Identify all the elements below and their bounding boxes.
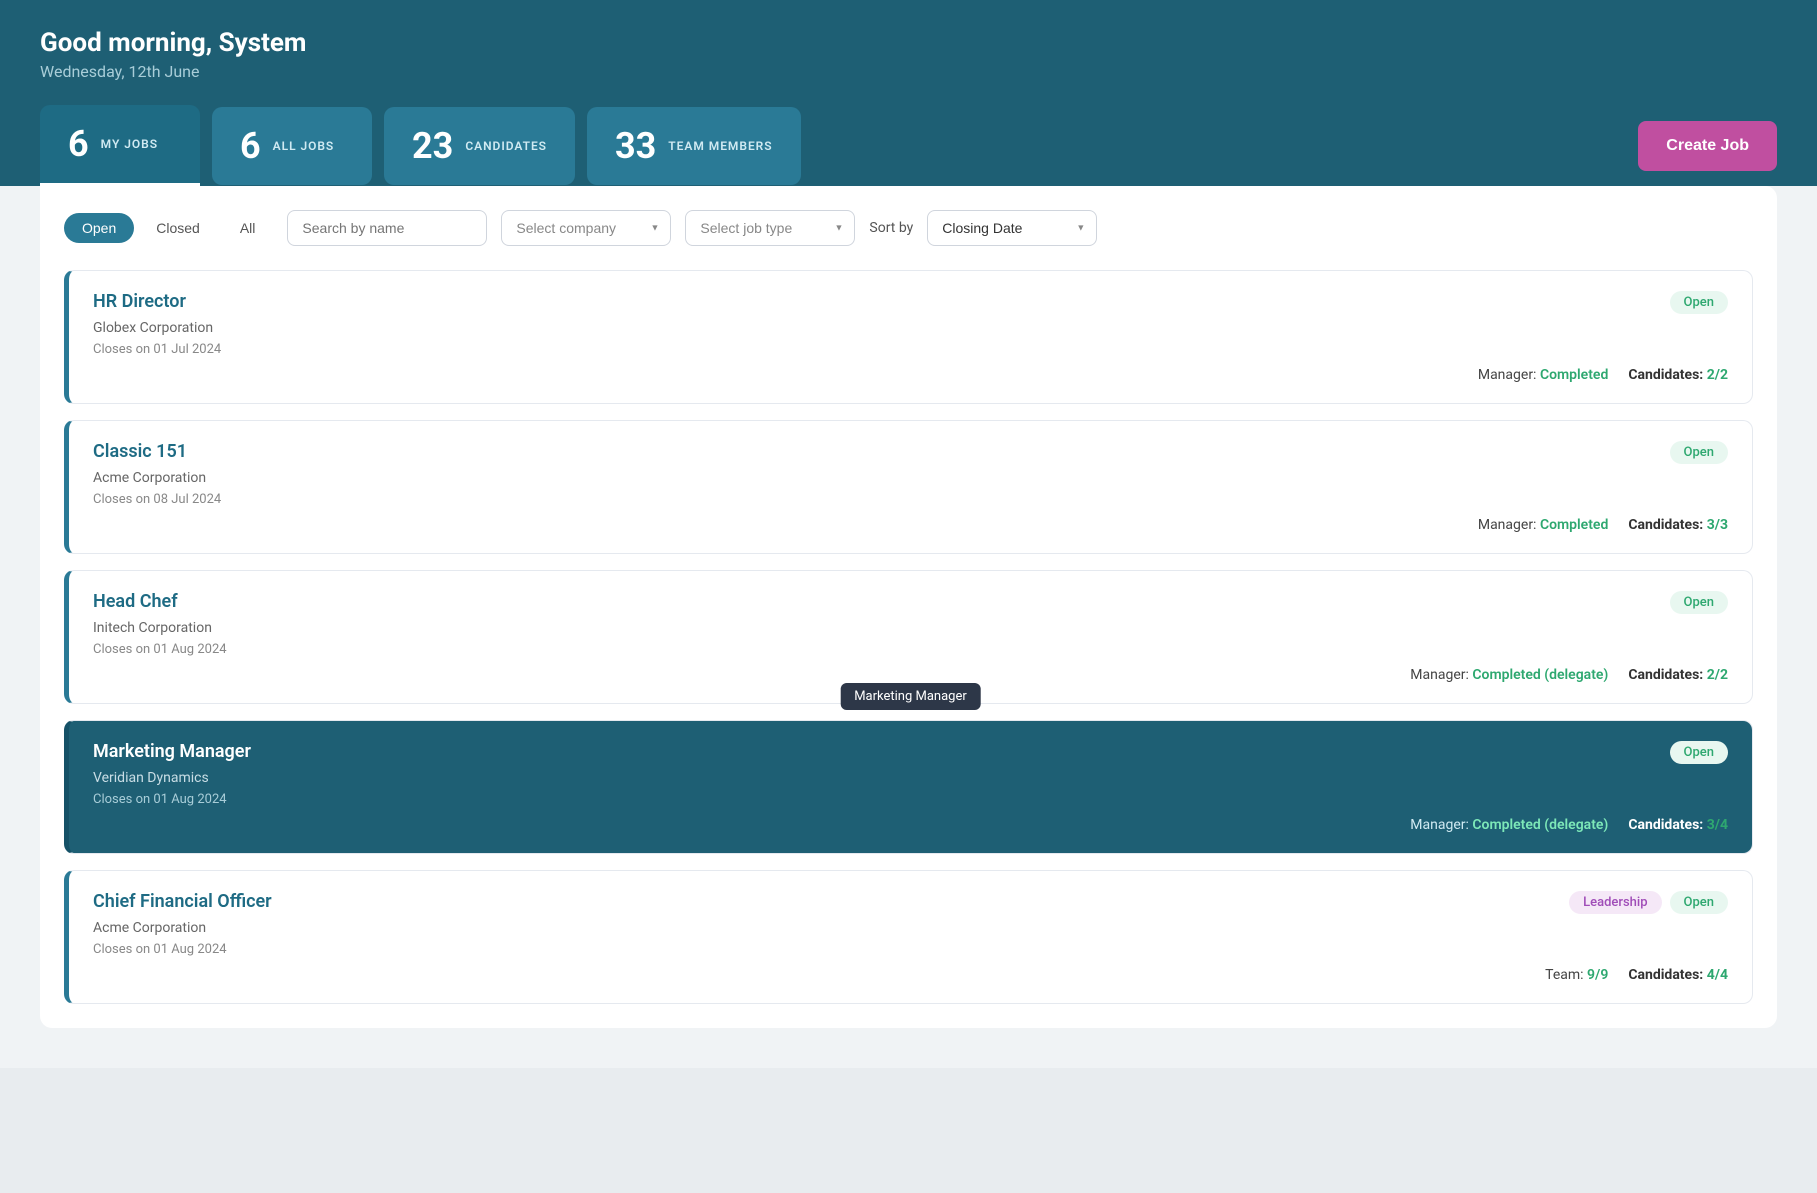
job-title: Chief Financial Officer <box>93 891 272 912</box>
greeting-title: Good morning, System <box>40 28 1777 58</box>
create-job-button[interactable]: Create Job <box>1638 121 1777 171</box>
candidates-count: 3/3 <box>1707 517 1728 533</box>
tab-group: Open Closed All <box>64 213 273 243</box>
stat-candidates-label: CANDIDATES <box>465 139 547 153</box>
search-input[interactable] <box>287 210 487 246</box>
company-select[interactable]: Select company <box>501 210 671 246</box>
candidates-count: 3/4 <box>1707 817 1728 833</box>
stat-all-jobs[interactable]: 6 ALL JOBS <box>212 107 372 185</box>
badge-group: Leadership Open <box>1569 891 1728 914</box>
status-badge: Open <box>1670 291 1728 314</box>
job-type-select[interactable]: Select job type <box>685 210 855 246</box>
status-badge: Open <box>1670 891 1728 914</box>
job-card-top: Marketing Manager Open <box>93 741 1728 764</box>
job-title: Classic 151 <box>93 441 187 462</box>
stat-my-jobs[interactable]: 6 MY JOBS <box>40 105 200 186</box>
job-candidates-meta: Candidates: 2/2 <box>1628 667 1728 683</box>
job-company: Veridian Dynamics <box>93 770 1728 786</box>
stat-candidates[interactable]: 23 CANDIDATES <box>384 107 575 185</box>
job-card-bottom: Manager: Completed (delegate) Candidates… <box>93 667 1728 683</box>
manager-status: Completed (delegate) <box>1472 817 1608 833</box>
job-candidates-meta: Candidates: 4/4 <box>1628 967 1728 983</box>
greeting-date: Wednesday, 12th June <box>40 62 1777 81</box>
job-title: HR Director <box>93 291 186 312</box>
job-candidates-meta: Candidates: 3/4 <box>1628 817 1728 833</box>
job-company: Acme Corporation <box>93 470 1728 486</box>
sort-select[interactable]: Closing Date <box>927 210 1097 246</box>
job-card-chief-financial-officer[interactable]: Chief Financial Officer Leadership Open … <box>64 870 1753 1004</box>
job-closes: Closes on 01 Aug 2024 <box>93 642 1728 657</box>
job-card-top: Chief Financial Officer Leadership Open <box>93 891 1728 914</box>
job-company: Globex Corporation <box>93 320 1728 336</box>
company-dropdown-wrapper: Select company <box>501 210 671 246</box>
content-panel: Open Closed All Select company Select jo… <box>40 186 1777 1028</box>
leadership-badge: Leadership <box>1569 891 1661 914</box>
main-content: Open Closed All Select company Select jo… <box>0 186 1817 1068</box>
header: Good morning, System Wednesday, 12th Jun… <box>0 0 1817 186</box>
tab-open[interactable]: Open <box>64 213 134 243</box>
job-title: Marketing Manager <box>93 741 251 762</box>
stat-team-members-label: TEAM MEMBERS <box>668 139 772 153</box>
job-candidates-meta: Candidates: 3/3 <box>1628 517 1728 533</box>
job-card-top: Classic 151 Open <box>93 441 1728 464</box>
stat-my-jobs-number: 6 <box>68 123 89 165</box>
job-type-dropdown-wrapper: Select job type <box>685 210 855 246</box>
stat-candidates-number: 23 <box>412 125 453 167</box>
sort-label: Sort by <box>869 220 913 236</box>
stat-team-members[interactable]: 33 TEAM MEMBERS <box>587 107 801 185</box>
job-card-bottom: Manager: Completed Candidates: 2/2 <box>93 367 1728 383</box>
candidates-count: 4/4 <box>1707 967 1728 983</box>
job-closes: Closes on 08 Jul 2024 <box>93 492 1728 507</box>
stat-my-jobs-label: MY JOBS <box>101 137 158 151</box>
manager-status: Completed <box>1540 517 1608 533</box>
job-company: Initech Corporation <box>93 620 1728 636</box>
manager-status: Completed (delegate) <box>1472 667 1608 683</box>
job-list: HR Director Open Globex Corporation Clos… <box>64 270 1753 1004</box>
filter-row: Open Closed All Select company Select jo… <box>64 210 1753 246</box>
job-closes: Closes on 01 Jul 2024 <box>93 342 1728 357</box>
job-card-bottom: Manager: Completed Candidates: 3/3 <box>93 517 1728 533</box>
job-card-hr-director[interactable]: HR Director Open Globex Corporation Clos… <box>64 270 1753 404</box>
badge-group: Open <box>1670 441 1728 464</box>
job-manager-meta: Manager: Completed <box>1478 517 1609 533</box>
job-team-meta: Team: 9/9 <box>1545 967 1608 983</box>
job-candidates-meta: Candidates: 2/2 <box>1628 367 1728 383</box>
job-card-top: HR Director Open <box>93 291 1728 314</box>
stat-all-jobs-number: 6 <box>240 125 261 167</box>
stat-team-members-number: 33 <box>615 125 656 167</box>
badge-group: Open <box>1670 291 1728 314</box>
sort-dropdown-wrapper: Closing Date <box>927 210 1097 246</box>
status-badge: Open <box>1670 441 1728 464</box>
job-company: Acme Corporation <box>93 920 1728 936</box>
badge-group: Open <box>1670 591 1728 614</box>
job-card-bottom: Manager: Completed (delegate) Candidates… <box>93 817 1728 833</box>
stats-row: 6 MY JOBS 6 ALL JOBS 23 CANDIDATES 33 TE… <box>40 105 1777 186</box>
job-card-top: Head Chef Open <box>93 591 1728 614</box>
tab-closed[interactable]: Closed <box>138 213 218 243</box>
tab-all[interactable]: All <box>222 213 274 243</box>
job-manager-meta: Manager: Completed <box>1478 367 1609 383</box>
job-manager-meta: Manager: Completed (delegate) <box>1410 667 1608 683</box>
job-closes: Closes on 01 Aug 2024 <box>93 792 1728 807</box>
job-closes: Closes on 01 Aug 2024 <box>93 942 1728 957</box>
stat-all-jobs-label: ALL JOBS <box>273 139 335 153</box>
status-badge: Open <box>1670 741 1728 764</box>
badge-group: Open <box>1670 741 1728 764</box>
job-card-marketing-manager[interactable]: Marketing Manager Marketing Manager Open… <box>64 720 1753 854</box>
job-card-bottom: Team: 9/9 Candidates: 4/4 <box>93 967 1728 983</box>
job-title: Head Chef <box>93 591 178 612</box>
candidates-count: 2/2 <box>1707 667 1728 683</box>
job-manager-meta: Manager: Completed (delegate) <box>1410 817 1608 833</box>
status-badge: Open <box>1670 591 1728 614</box>
manager-status: Completed <box>1540 367 1608 383</box>
team-value: 9/9 <box>1587 967 1608 983</box>
job-card-classic-151[interactable]: Classic 151 Open Acme Corporation Closes… <box>64 420 1753 554</box>
candidates-count: 2/2 <box>1707 367 1728 383</box>
job-card-head-chef[interactable]: Head Chef Open Initech Corporation Close… <box>64 570 1753 704</box>
